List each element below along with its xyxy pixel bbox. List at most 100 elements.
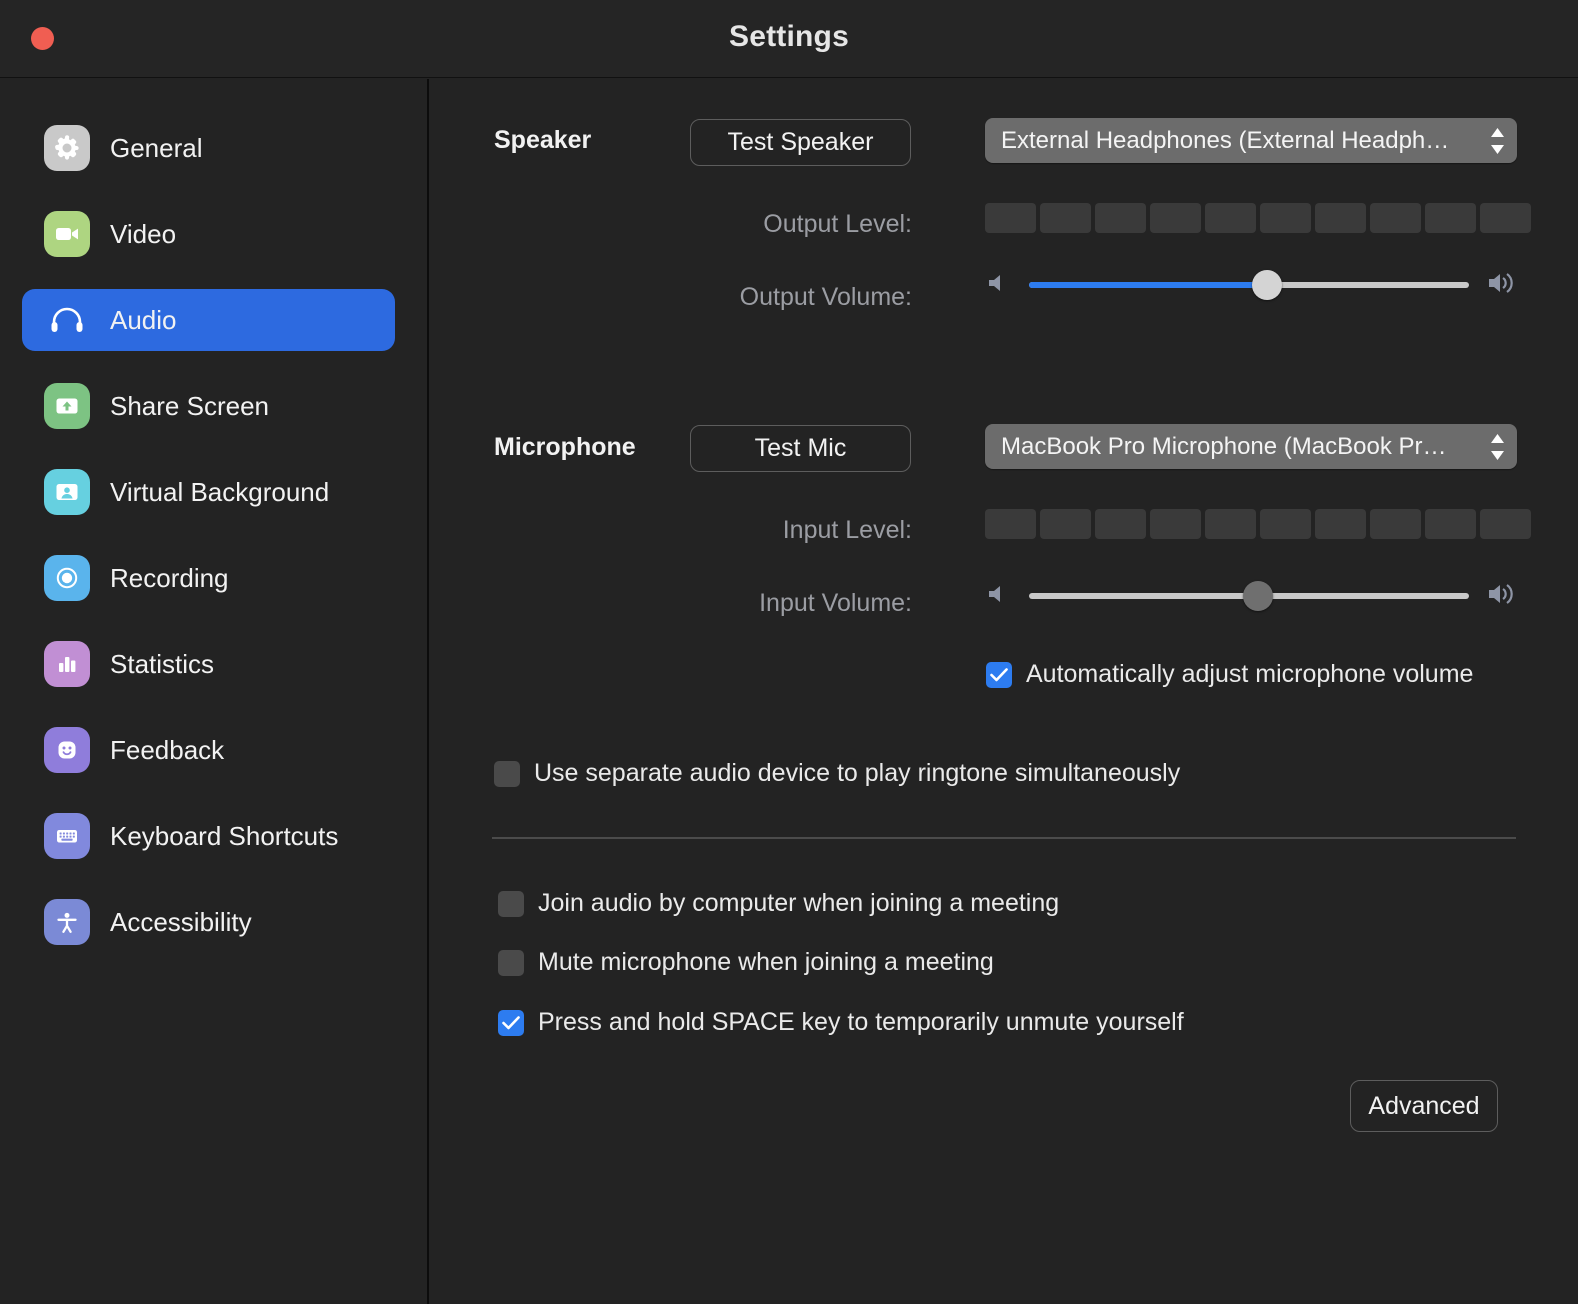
sidebar-item-label: Keyboard Shortcuts (110, 820, 339, 851)
level-segment (1205, 203, 1256, 233)
sidebar-item-virtual-background[interactable]: Virtual Background (22, 461, 395, 523)
sidebar-item-label: Audio (110, 304, 177, 335)
level-segment (1260, 509, 1311, 539)
sidebar-item-general[interactable]: General (22, 117, 395, 179)
microphone-device-value: MacBook Pro Microphone (MacBook Pr… (1001, 432, 1447, 460)
audio-settings-panel: Speaker Test Speaker External Headphones… (431, 79, 1578, 1304)
sidebar-item-label: General (110, 132, 203, 163)
level-segment (1425, 509, 1476, 539)
speaker-high-icon (1487, 580, 1517, 613)
output-volume-track[interactable] (1029, 270, 1469, 300)
sidebar-item-accessibility[interactable]: Accessibility (22, 891, 395, 953)
auto-adjust-mic-row[interactable]: Automatically adjust microphone volume (986, 660, 1473, 689)
sidebar-item-label: Recording (110, 562, 229, 593)
section-divider (492, 837, 1516, 839)
sidebar-item-keyboard-shortcuts[interactable]: Keyboard Shortcuts (22, 805, 395, 867)
level-segment (1370, 509, 1421, 539)
level-segment (1040, 509, 1091, 539)
press-space-row[interactable]: Press and hold SPACE key to temporarily … (498, 1008, 1184, 1037)
auto-adjust-mic-checkbox[interactable] (986, 661, 1012, 688)
sidebar-item-label: Feedback (110, 734, 225, 765)
input-volume-track[interactable] (1029, 581, 1469, 611)
mute-mic-label: Mute microphone when joining a meeting (538, 948, 994, 976)
separate-ringtone-row[interactable]: Use separate audio device to play ringto… (494, 759, 1180, 788)
sidebar-item-label: Statistics (110, 648, 215, 679)
headphones-icon (44, 297, 90, 343)
level-segment (1150, 203, 1201, 233)
sidebar-item-recording[interactable]: Recording (22, 547, 395, 609)
join-audio-row[interactable]: Join audio by computer when joining a me… (498, 889, 1059, 918)
speaker-device-value: External Headphones (External Headph… (1001, 126, 1450, 154)
test-mic-button[interactable]: Test Mic (690, 425, 911, 472)
checkmark-icon (502, 1015, 520, 1029)
bar-chart-icon (44, 641, 90, 687)
video-camera-icon (44, 211, 90, 257)
level-segment (1150, 509, 1201, 539)
output-level-label: Output Level: (763, 210, 912, 238)
speaker-low-icon (985, 270, 1011, 301)
microphone-section-label: Microphone (494, 433, 636, 461)
title-bar: Settings (0, 0, 1578, 78)
speaker-high-icon (1487, 269, 1517, 302)
auto-adjust-mic-label: Automatically adjust microphone volume (1026, 660, 1474, 688)
person-card-icon (44, 469, 90, 515)
sidebar-item-feedback[interactable]: Feedback (22, 719, 395, 781)
mute-mic-checkbox[interactable] (498, 949, 524, 976)
speaker-section-label: Speaker (494, 126, 592, 154)
microphone-device-select[interactable]: MacBook Pro Microphone (MacBook Pr… (985, 424, 1517, 469)
test-speaker-button[interactable]: Test Speaker (690, 119, 911, 166)
settings-window: Settings General Video Audio Share Screen Vi… (0, 0, 1578, 1304)
sidebar-item-label: Virtual Background (110, 476, 330, 507)
keyboard-icon (44, 813, 90, 859)
checkmark-icon (990, 667, 1008, 681)
chevron-up-down-icon (1488, 125, 1507, 157)
press-space-label: Press and hold SPACE key to temporarily … (538, 1008, 1184, 1036)
input-volume-knob[interactable] (1242, 581, 1273, 611)
level-segment (985, 203, 1036, 233)
level-segment (1095, 509, 1146, 539)
output-volume-label: Output Volume: (739, 283, 912, 311)
sidebar-item-share-screen[interactable]: Share Screen (22, 375, 395, 437)
record-circle-icon (44, 555, 90, 601)
join-audio-checkbox[interactable] (498, 890, 524, 917)
level-segment (1480, 203, 1531, 233)
chevron-up-down-icon (1488, 431, 1507, 463)
sidebar-item-label: Video (110, 218, 177, 249)
output-volume-fill (1029, 282, 1267, 288)
level-segment (1370, 203, 1421, 233)
level-segment (1480, 509, 1531, 539)
input-volume-label: Input Volume: (759, 589, 912, 617)
speaker-low-icon (985, 581, 1011, 612)
press-space-checkbox[interactable] (498, 1009, 524, 1036)
level-segment (1260, 203, 1311, 233)
separate-ringtone-checkbox[interactable] (494, 760, 520, 787)
mute-mic-row[interactable]: Mute microphone when joining a meeting (498, 948, 994, 977)
level-segment (1425, 203, 1476, 233)
accessibility-icon (44, 899, 90, 945)
output-level-meter (985, 203, 1531, 233)
input-volume-slider[interactable] (985, 572, 1517, 620)
input-level-label: Input Level: (782, 516, 912, 544)
level-segment (1315, 203, 1366, 233)
output-volume-slider[interactable] (985, 261, 1517, 309)
advanced-button[interactable]: Advanced (1350, 1080, 1498, 1132)
sidebar-item-label: Accessibility (110, 906, 252, 937)
smiley-face-icon (44, 727, 90, 773)
speaker-device-select[interactable]: External Headphones (External Headph… (985, 118, 1517, 163)
sidebar-item-video[interactable]: Video (22, 203, 395, 265)
share-screen-icon (44, 383, 90, 429)
level-segment (985, 509, 1036, 539)
output-volume-knob[interactable] (1251, 270, 1282, 300)
separate-ringtone-label: Use separate audio device to play ringto… (534, 759, 1181, 787)
level-segment (1315, 509, 1366, 539)
sidebar-item-statistics[interactable]: Statistics (22, 633, 395, 695)
level-segment (1205, 509, 1256, 539)
join-audio-label: Join audio by computer when joining a me… (538, 889, 1060, 917)
page-title: Settings (729, 20, 849, 53)
sidebar-item-audio[interactable]: Audio (22, 289, 395, 351)
input-level-meter (985, 509, 1531, 539)
gear-icon (44, 125, 90, 171)
sidebar: General Video Audio Share Screen Virtual Bac… (0, 79, 429, 1304)
level-segment (1095, 203, 1146, 233)
sidebar-item-label: Share Screen (110, 390, 269, 421)
